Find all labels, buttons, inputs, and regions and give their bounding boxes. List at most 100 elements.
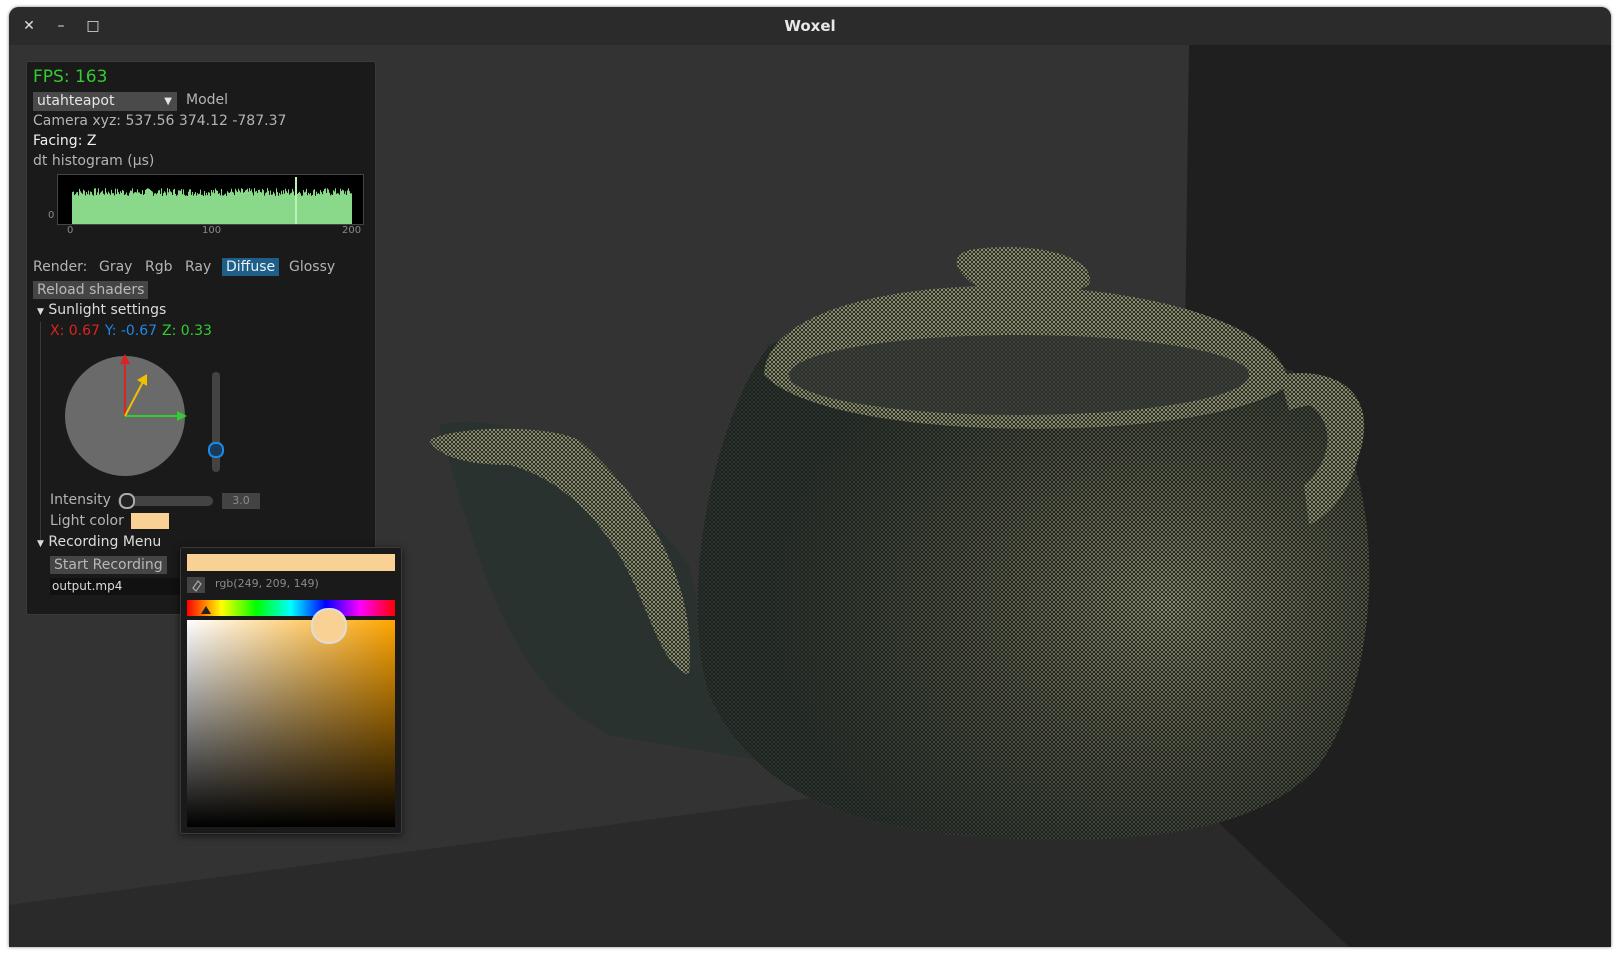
histogram-bar <box>340 188 341 224</box>
dt-histogram <box>57 174 364 225</box>
histogram-bar <box>87 194 88 224</box>
histogram-bar <box>351 193 352 224</box>
histogram-bar <box>196 195 197 224</box>
histogram-bar <box>280 194 281 224</box>
hue-marker[interactable] <box>201 606 211 614</box>
sunlight-settings-header[interactable]: ▼ Sunlight settings <box>37 302 166 318</box>
histogram-bar <box>255 191 256 224</box>
render-mode-rgb[interactable]: Rgb <box>141 258 177 276</box>
histogram-bar <box>207 195 208 224</box>
histogram-bar <box>77 191 78 224</box>
histogram-bar <box>75 194 76 224</box>
render-mode-ray[interactable]: Ray <box>181 258 215 276</box>
histogram-bar <box>217 190 218 224</box>
intensity-label: Intensity <box>50 492 111 508</box>
histogram-bar <box>127 195 128 224</box>
histogram-bar <box>218 193 219 224</box>
histogram-bar <box>273 191 274 224</box>
histogram-bar <box>342 189 343 224</box>
histogram-bar <box>206 192 207 224</box>
hue-slider[interactable] <box>187 600 395 616</box>
histogram-bar <box>300 193 301 224</box>
histogram-bar <box>279 192 280 224</box>
intensity-slider[interactable] <box>118 493 213 509</box>
histogram-bar <box>253 195 254 224</box>
histogram-bar <box>76 192 77 224</box>
histogram-bar <box>189 189 190 224</box>
recording-menu-header[interactable]: ▼ Recording Menu <box>37 534 161 550</box>
histogram-bar <box>205 195 206 224</box>
histogram-bar <box>159 190 160 224</box>
histogram-bar <box>165 192 166 224</box>
histogram-bar <box>137 189 138 224</box>
histogram-label: dt histogram (μs) <box>33 153 155 169</box>
histogram-bar <box>209 192 210 224</box>
render-mode-glossy-label: Glossy <box>289 259 336 275</box>
histogram-bar <box>199 193 200 224</box>
render-mode-gray[interactable]: Gray <box>95 258 136 276</box>
histogram-bar <box>231 188 232 224</box>
histogram-bar <box>91 192 92 224</box>
histogram-bar <box>266 192 267 224</box>
histogram-bar <box>90 191 91 224</box>
histogram-bar <box>128 195 129 224</box>
histogram-bar <box>259 189 260 224</box>
histogram-bar <box>198 194 199 224</box>
histogram-bar <box>274 193 275 224</box>
histogram-bar <box>105 188 106 224</box>
histogram-bar <box>331 194 332 224</box>
histogram-bar <box>95 188 96 224</box>
saturation-value-area[interactable] <box>187 608 395 827</box>
model-select[interactable]: utahteapot ▼ <box>33 92 177 111</box>
histogram-bar <box>291 192 292 224</box>
histogram-bar <box>153 195 154 224</box>
histogram-bar <box>81 192 82 224</box>
histogram-bar <box>186 195 187 224</box>
model-label: Model <box>186 92 229 108</box>
histogram-bar <box>349 191 350 224</box>
intensity-value[interactable]: 3.0 <box>222 493 260 509</box>
elevation-slider-knob[interactable] <box>208 442 224 458</box>
sun-direction-gizmo[interactable] <box>63 354 188 479</box>
histogram-bar <box>224 194 225 224</box>
histogram-bar <box>241 188 242 224</box>
output-filename-input[interactable]: output.mp4 <box>50 578 182 595</box>
window-title: Woxel <box>784 17 836 35</box>
histogram-bar <box>308 192 309 224</box>
histogram-bar <box>112 193 113 224</box>
light-color-swatch[interactable] <box>131 513 169 529</box>
model-select-value: utahteapot <box>37 93 115 109</box>
sun-z: Z: 0.33 <box>162 323 212 339</box>
histogram-bar <box>178 190 179 224</box>
sunlight-settings-label: Sunlight settings <box>48 302 167 318</box>
histogram-bar <box>345 191 346 224</box>
histogram-bar <box>343 190 344 224</box>
reload-shaders-button[interactable]: Reload shaders <box>33 281 149 299</box>
render-mode-diffuse[interactable]: Diffuse <box>222 258 280 276</box>
histogram-bar <box>319 194 320 224</box>
histogram-bar <box>337 193 338 224</box>
histogram-bar <box>239 190 240 224</box>
histogram-bar <box>302 195 303 224</box>
debug-panel: FPS: 163 utahteapot ▼ Model Camera xyz: … <box>26 61 376 615</box>
histogram-bar <box>318 193 319 224</box>
histogram-bar <box>213 190 214 224</box>
histogram-bar <box>111 189 112 224</box>
histogram-bar <box>184 194 185 224</box>
histogram-bar <box>317 193 318 224</box>
fps-counter: FPS: 163 <box>33 67 108 87</box>
histogram-bar <box>248 191 249 224</box>
elevation-slider[interactable] <box>208 372 224 472</box>
histogram-bar <box>334 191 335 224</box>
histogram-bar <box>332 194 333 224</box>
intensity-slider-knob[interactable] <box>118 493 135 509</box>
sv-handle[interactable] <box>311 608 347 644</box>
histogram-bar <box>195 192 196 224</box>
histogram-bar <box>276 188 277 224</box>
start-recording-button[interactable]: Start Recording <box>50 556 167 574</box>
histogram-bar <box>246 189 247 224</box>
histogram-bar <box>292 188 293 224</box>
histogram-bar <box>211 189 212 224</box>
render-mode-glossy[interactable]: Glossy <box>285 258 339 276</box>
eyedropper-icon[interactable] <box>187 577 205 593</box>
